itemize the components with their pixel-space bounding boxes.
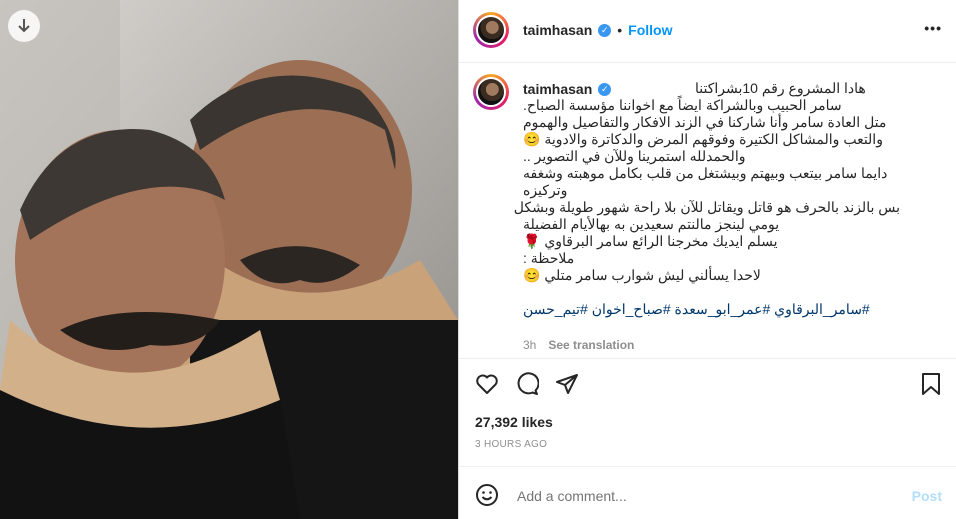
caption-line: والتعب والمشاكل الكتيرة وفوقهم المرض وال… xyxy=(523,131,883,147)
author-username[interactable]: taimhasan xyxy=(523,22,592,38)
post-photo[interactable] xyxy=(0,0,458,519)
caption-line: لاحدا يسألني ليش شوارب سامر متلي 😊 xyxy=(523,267,761,283)
caption-line: دايما سامر بيتعب وبيهتم وبيشتغل من قلب ب… xyxy=(523,165,888,181)
photo-illustration xyxy=(0,0,458,519)
download-arrow-icon xyxy=(18,19,30,33)
caption-line: يسلم ايديك مخرجنا الرائع سامر البرقاوي 🌹 xyxy=(523,233,778,249)
caption-avatar[interactable] xyxy=(473,74,509,110)
caption-line: سامر الحبيب وبالشراكة ايضاً مع اخواننا م… xyxy=(523,97,842,113)
bookmark-icon xyxy=(922,373,940,395)
comment-button[interactable] xyxy=(515,372,539,396)
hashtag-links[interactable]: #سامر_البرقاوي #عمر_ابو_سعدة #صباح_اخوان… xyxy=(523,301,900,318)
caption-line: متل العادة سامر وأنا شاركنا في الزند الا… xyxy=(523,114,887,130)
verified-badge-icon: ✓ xyxy=(598,23,612,37)
save-button[interactable] xyxy=(920,372,942,396)
options-button[interactable]: ••• xyxy=(924,20,942,36)
like-button[interactable] xyxy=(475,372,499,396)
caption-text: هادا المشروع رقم 10بشراكتنا سامر الحبيب … xyxy=(513,80,900,318)
caption-line: وتركيزه xyxy=(523,182,568,198)
caption-line: يومي لينجز مالنتم سعيدين به بهالأيام الف… xyxy=(523,216,780,232)
emoji-icon xyxy=(476,484,498,506)
comment-divider xyxy=(459,466,956,467)
comment-input[interactable] xyxy=(515,484,889,508)
caption-line: ملاحظة : xyxy=(523,250,575,266)
caption-line: بس بالزند بالحرف هو قاتل ويقاتل للآن بلا… xyxy=(513,199,900,215)
header-divider xyxy=(459,62,956,63)
post-comment-button[interactable]: Post xyxy=(912,488,942,504)
post-time[interactable]: 3h xyxy=(523,338,536,352)
header-dot: • xyxy=(617,22,623,38)
caption-line: والحمدلله استمرينا وللآن في التصوير .. xyxy=(523,148,746,164)
post-header: taimhasan ✓ • Follow ••• xyxy=(459,0,956,62)
post-date: 3 HOURS AGO xyxy=(475,439,548,450)
download-button[interactable] xyxy=(8,10,40,42)
comment-icon xyxy=(517,372,539,395)
caption-line: هادا المشروع رقم 10بشراكتنا xyxy=(695,80,866,96)
post-details-panel: taimhasan ✓ • Follow ••• taimhasan ✓ هاد… xyxy=(458,0,956,519)
likes-count[interactable]: 27,392 likes xyxy=(475,414,553,430)
share-button[interactable] xyxy=(555,372,579,396)
see-translation-link[interactable]: See translation xyxy=(548,338,634,352)
heart-icon xyxy=(476,374,498,394)
author-avatar[interactable] xyxy=(473,12,509,48)
send-icon xyxy=(556,374,578,394)
actions-divider xyxy=(459,358,956,359)
emoji-button[interactable] xyxy=(475,483,499,507)
follow-button[interactable]: Follow xyxy=(628,22,672,38)
